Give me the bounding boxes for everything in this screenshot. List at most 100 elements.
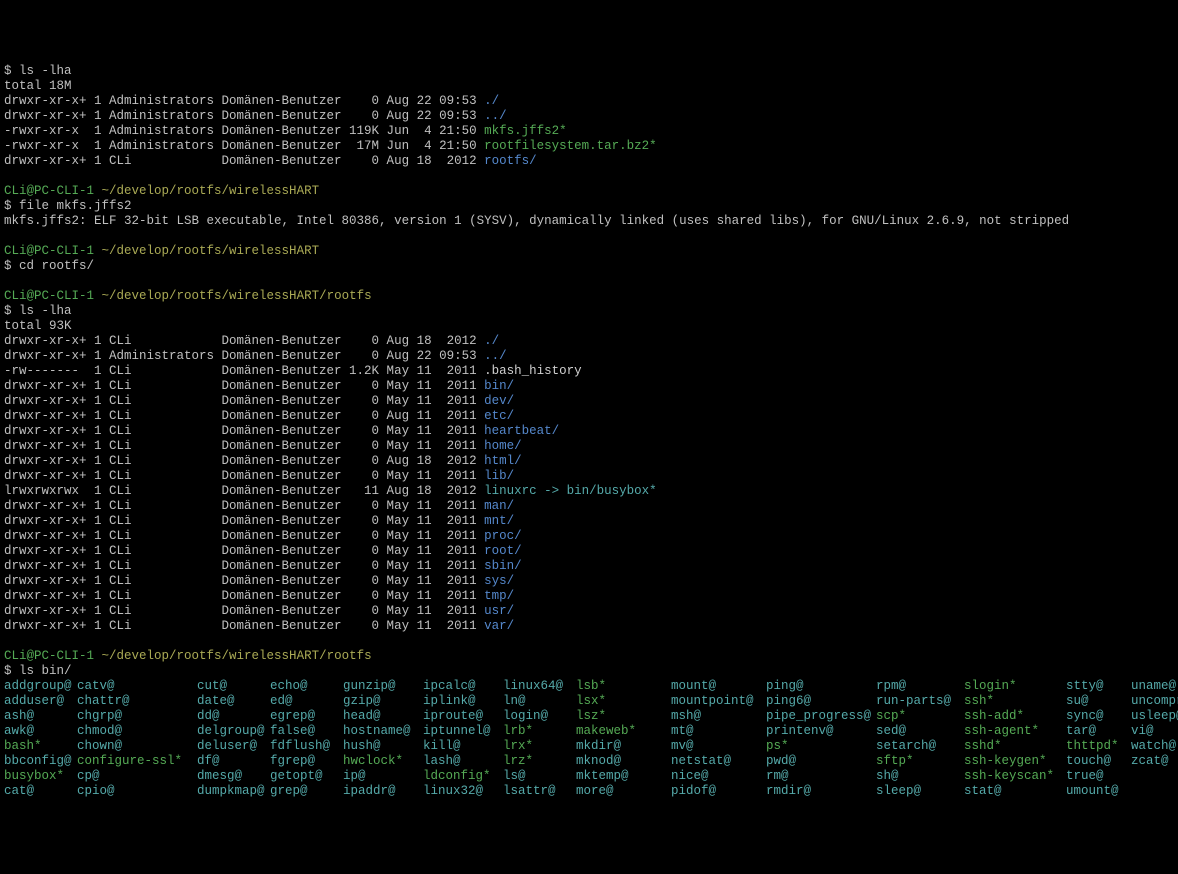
prompt-path: ~/develop/rootfs/wirelessHART/rootfs [102, 649, 372, 663]
bin-entry: false@ [270, 724, 343, 739]
bin-entry: awk@ [4, 724, 77, 739]
bin-entry: uncompress@ [1131, 694, 1178, 709]
bin-entry: hush@ [343, 739, 423, 754]
bin-entry: catv@ [77, 679, 197, 694]
bin-entry: printenv@ [766, 724, 876, 739]
bin-entry: mknod@ [576, 754, 671, 769]
bin-entry: true@ [1066, 769, 1131, 784]
bin-entry: ssh-agent* [964, 724, 1066, 739]
bin-entry: dmesg@ [197, 769, 270, 784]
bin-entry: lrb* [503, 724, 576, 739]
bin-entry: uname@ [1131, 679, 1178, 694]
bin-entry: msh@ [671, 709, 766, 724]
bin-entry: usleep@ [1131, 709, 1178, 724]
bin-entry: bbconfig@ [4, 754, 77, 769]
bin-entry: chattr@ [77, 694, 197, 709]
bin-entry: pipe_progress@ [766, 709, 876, 724]
ls-rows-0: drwxr-xr-x+ 1 Administrators Domänen-Ben… [4, 94, 657, 168]
bin-entry: fgrep@ [270, 754, 343, 769]
bin-entry: configure-ssl* [77, 754, 197, 769]
prompt-path: ~/develop/rootfs/wirelessHART [102, 244, 320, 258]
blank-line [4, 274, 12, 288]
bin-entry: ipcalc@ [423, 679, 503, 694]
bin-entry: stat@ [964, 784, 1066, 799]
bin-entry: getopt@ [270, 769, 343, 784]
bin-entry: linux64@ [503, 679, 576, 694]
bin-entry: fdflush@ [270, 739, 343, 754]
bin-entry: iplink@ [423, 694, 503, 709]
bin-entry: lsb* [576, 679, 671, 694]
bin-entry: ssh* [964, 694, 1066, 709]
bin-entry: ed@ [270, 694, 343, 709]
bin-entry: iptunnel@ [423, 724, 503, 739]
bin-entry: ash@ [4, 709, 77, 724]
bin-entry: mkdir@ [576, 739, 671, 754]
bin-entry: pwd@ [766, 754, 876, 769]
bin-entry: ssh-add* [964, 709, 1066, 724]
bin-entry: setarch@ [876, 739, 964, 754]
bin-entry: hostname@ [343, 724, 423, 739]
blank-line [4, 634, 12, 648]
bin-entry: ping@ [766, 679, 876, 694]
ls-rows-3: drwxr-xr-x+ 1 CLi Domänen-Benutzer 0 Aug… [4, 334, 657, 633]
bin-entry: rmdir@ [766, 784, 876, 799]
bin-entry: makeweb* [576, 724, 671, 739]
bin-entry: gunzip@ [343, 679, 423, 694]
bin-entry: chgrp@ [77, 709, 197, 724]
bin-entry: lsx* [576, 694, 671, 709]
bin-entry: nice@ [671, 769, 766, 784]
bin-entry: sed@ [876, 724, 964, 739]
cmd-file: file mkfs.jffs2 [19, 199, 132, 213]
prompt-symbol: $ [4, 664, 19, 678]
bin-entry: zcat@ [1131, 754, 1178, 769]
bin-entry: lsattr@ [503, 784, 576, 799]
bin-entry: sftp* [876, 754, 964, 769]
bin-entry: cat@ [4, 784, 77, 799]
bin-entry: vi@ [1131, 724, 1178, 739]
terminal-output[interactable]: $ ls -lha total 18M drwxr-xr-x+ 1 Admini… [4, 64, 1174, 799]
bin-entry: run-parts@ [876, 694, 964, 709]
bin-entry: chown@ [77, 739, 197, 754]
bin-entry: mv@ [671, 739, 766, 754]
bin-entry: ping6@ [766, 694, 876, 709]
bin-entry: adduser@ [4, 694, 77, 709]
bin-entry: tar@ [1066, 724, 1131, 739]
bin-entry: echo@ [270, 679, 343, 694]
prompt-symbol: $ [4, 304, 19, 318]
bin-entry: sleep@ [876, 784, 964, 799]
cmd-ls2: ls -lha [19, 304, 72, 318]
bin-entry: addgroup@ [4, 679, 77, 694]
bin-entry: busybox* [4, 769, 77, 784]
bin-entry: slogin* [964, 679, 1066, 694]
bin-entry: dumpkmap@ [197, 784, 270, 799]
bin-entry: thttpd* [1066, 739, 1131, 754]
bin-entry: mktemp@ [576, 769, 671, 784]
bin-entry: ln@ [503, 694, 576, 709]
prompt-symbol: $ [4, 259, 19, 273]
bin-entry: cpio@ [77, 784, 197, 799]
file-output: mkfs.jffs2: ELF 32-bit LSB executable, I… [4, 214, 1069, 228]
bin-entry: mt@ [671, 724, 766, 739]
bin-entry: lsz* [576, 709, 671, 724]
prompt-user: CLi@PC-CLI-1 [4, 649, 94, 663]
bin-entry: delgroup@ [197, 724, 270, 739]
bin-entry: ipaddr@ [343, 784, 423, 799]
bin-entry: lash@ [423, 754, 503, 769]
ls-total: total 18M [4, 79, 72, 93]
bin-entry: bash* [4, 739, 77, 754]
bin-entry: su@ [1066, 694, 1131, 709]
bin-entry: hwclock* [343, 754, 423, 769]
bin-entry: watch@ [1131, 739, 1178, 754]
prompt-user: CLi@PC-CLI-1 [4, 244, 94, 258]
ls-total2: total 93K [4, 319, 72, 333]
bin-entry: netstat@ [671, 754, 766, 769]
prompt-symbol: $ [4, 199, 19, 213]
bin-entry: df@ [197, 754, 270, 769]
bin-entry: grep@ [270, 784, 343, 799]
bin-listing: addgroup@adduser@ash@awk@bash*bbconfig@b… [4, 679, 1178, 693]
bin-entry: rpm@ [876, 679, 964, 694]
bin-entry: mount@ [671, 679, 766, 694]
prompt-path: ~/develop/rootfs/wirelessHART/rootfs [102, 289, 372, 303]
bin-entry: iproute@ [423, 709, 503, 724]
bin-entry: sync@ [1066, 709, 1131, 724]
